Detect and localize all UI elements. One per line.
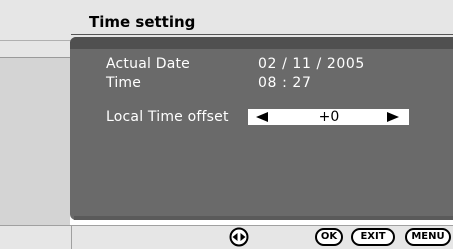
ok-button[interactable]: OK bbox=[315, 228, 343, 246]
time-value: 08 : 27 bbox=[258, 75, 312, 91]
left-right-nav-icon[interactable] bbox=[229, 227, 249, 247]
bottom-bar-divider bbox=[71, 225, 72, 249]
settings-panel-header bbox=[70, 37, 453, 49]
right-arrow-icon[interactable] bbox=[387, 112, 399, 122]
panel-bottom-edge bbox=[74, 216, 453, 220]
title-underline bbox=[71, 34, 453, 35]
left-sidebar-divider bbox=[0, 57, 70, 58]
actual-date-value: 02 / 11 / 2005 bbox=[258, 56, 365, 72]
exit-button[interactable]: EXIT bbox=[351, 228, 395, 246]
time-setting-screen: Time setting Actual Date 02 / 11 / 2005 … bbox=[0, 0, 453, 249]
actual-date-label: Actual Date bbox=[106, 56, 190, 72]
left-sidebar-top bbox=[0, 41, 70, 57]
menu-button[interactable]: MENU bbox=[405, 228, 451, 246]
time-label: Time bbox=[106, 75, 142, 91]
page-title: Time setting bbox=[89, 13, 196, 31]
local-time-offset-label: Local Time offset bbox=[106, 109, 229, 125]
local-time-offset-field[interactable]: +0 bbox=[248, 109, 409, 125]
local-time-offset-value: +0 bbox=[318, 109, 340, 125]
left-arrow-icon[interactable] bbox=[256, 112, 268, 122]
left-sidebar bbox=[0, 41, 70, 225]
